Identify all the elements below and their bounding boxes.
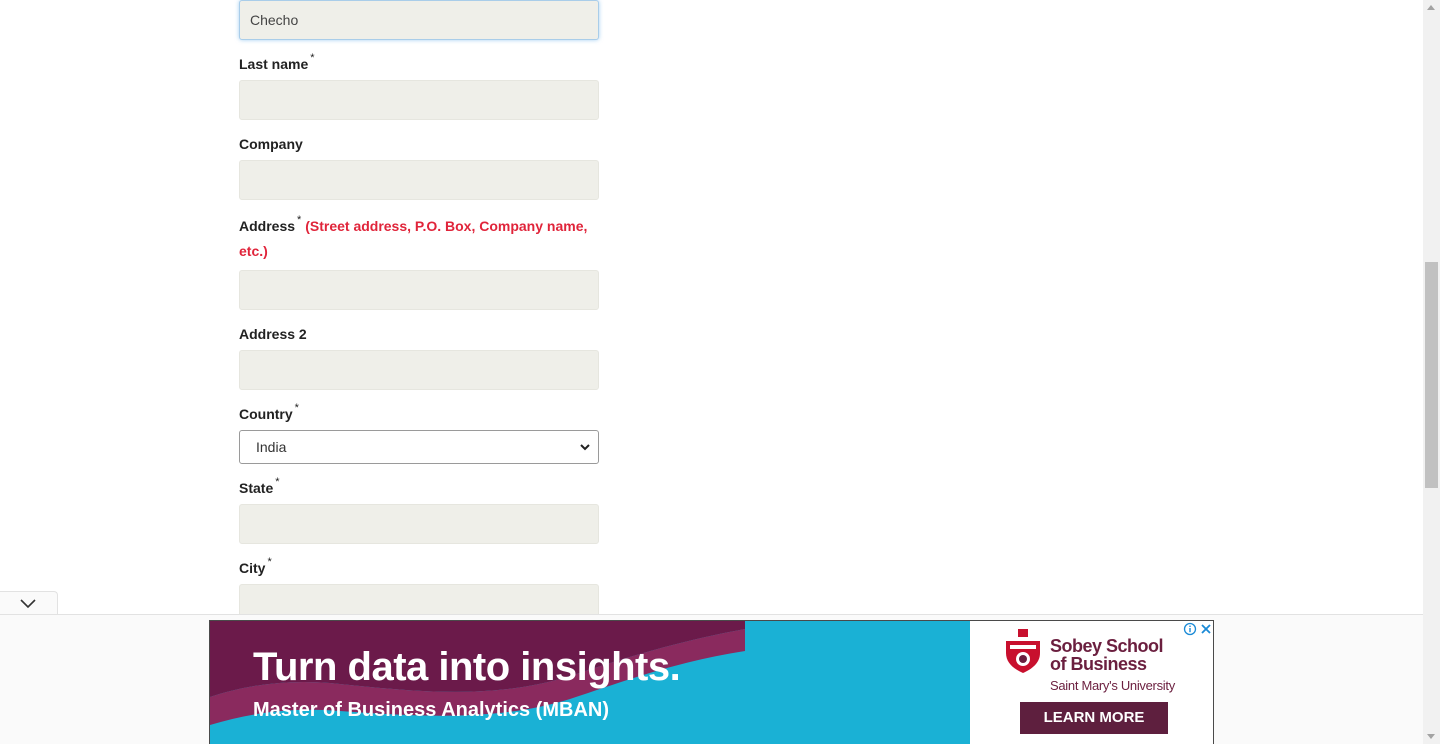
address2-input[interactable]	[239, 350, 599, 390]
page-scrollbar[interactable]	[1423, 0, 1440, 744]
country-select[interactable]: India	[239, 430, 599, 464]
info-icon[interactable]	[1183, 622, 1197, 636]
ad-headline: Turn data into insights.	[253, 645, 681, 689]
last-name-label: Last name *	[239, 52, 315, 72]
state-label: State *	[239, 476, 280, 496]
ad-brand-panel: Sobey School of Business Saint Mary's Un…	[970, 621, 1213, 744]
ad-banner[interactable]: Turn data into insights. Master of Busin…	[209, 620, 1214, 744]
address-input[interactable]	[239, 270, 599, 310]
company-input[interactable]	[239, 160, 599, 200]
address-label: Address * (Street address, P.O. Box, Comp…	[239, 214, 588, 259]
company-label: Company	[239, 136, 303, 152]
state-input[interactable]	[239, 504, 599, 544]
last-name-input[interactable]	[239, 80, 599, 120]
chevron-down-icon	[20, 599, 36, 609]
city-label: City *	[239, 556, 272, 576]
scroll-thumb[interactable]	[1425, 262, 1438, 488]
page: Last name* Company Address* (Street addr…	[0, 0, 1440, 744]
address2-label: Address 2	[239, 326, 307, 342]
close-icon[interactable]	[1199, 622, 1213, 636]
school-crest-icon	[1006, 629, 1040, 673]
first-name-input[interactable]	[239, 0, 599, 40]
ad-subline: Master of Business Analytics (MBAN)	[253, 699, 609, 721]
ad-school-name: Sobey School of Business	[1050, 636, 1164, 674]
chevron-down-icon	[580, 444, 590, 451]
ad-collapse-button[interactable]	[0, 591, 58, 615]
scroll-up-arrow-icon[interactable]	[1427, 5, 1435, 10]
scroll-down-arrow-icon[interactable]	[1427, 734, 1435, 739]
country-label: Country *	[239, 402, 299, 422]
learn-more-button[interactable]: LEARN MORE	[1020, 702, 1168, 734]
ad-university-name: Saint Mary's University	[1050, 678, 1175, 693]
